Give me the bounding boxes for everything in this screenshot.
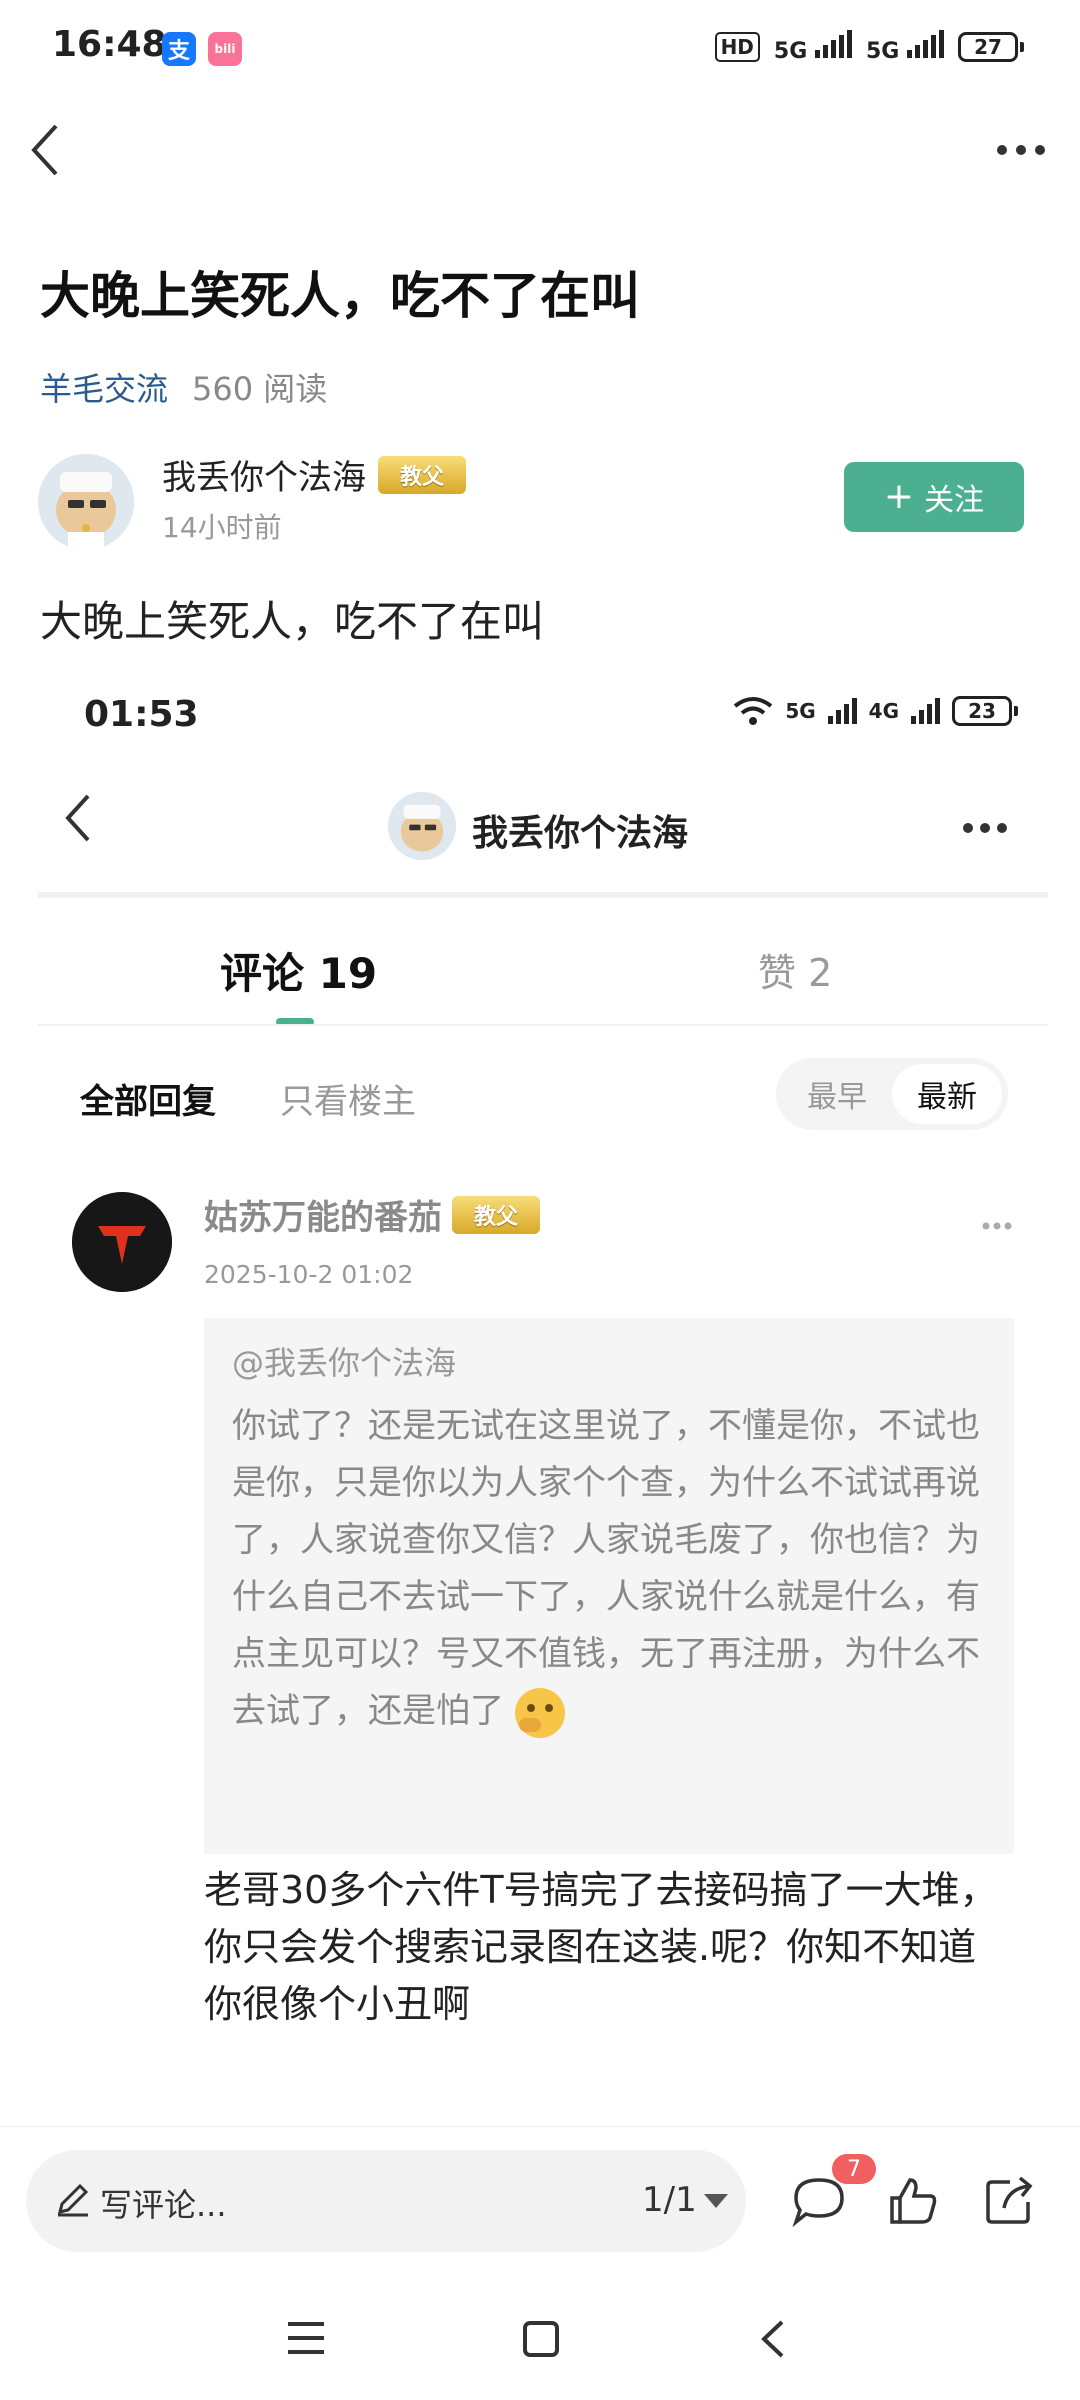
commenter-avatar[interactable]: [72, 1192, 172, 1292]
cat-avatar-image: [388, 792, 456, 860]
more-icon: [963, 823, 1007, 833]
sort-toggle: 最早 最新: [776, 1058, 1008, 1130]
network-label: 5G: [865, 39, 900, 64]
comment-reply-text: 老哥30多个六件T号搞完了去接码搞了一大堆，你只会发个搜索记录图在这装.呢？你知…: [204, 1868, 998, 2026]
back-nav-button[interactable]: [758, 2318, 788, 2364]
comment-placeholder: 写评论...: [100, 2186, 227, 2224]
more-button[interactable]: [996, 140, 1046, 160]
hd-icon: HD: [714, 32, 760, 62]
tab-likes[interactable]: 赞 2: [758, 942, 832, 997]
divider: [38, 1024, 1048, 1026]
sort-latest[interactable]: 最新: [892, 1064, 1002, 1124]
more-icon: [997, 145, 1045, 155]
divider: [38, 892, 1048, 898]
chevron-left-icon: [31, 124, 58, 176]
cat-avatar-image: [38, 454, 134, 550]
thinking-face-emoji-icon: [514, 1687, 565, 1738]
post-time: 14小时前: [162, 511, 282, 544]
commenter-name[interactable]: 姑苏万能的番茄: [204, 1190, 442, 1239]
commenter-badge: 教父: [452, 1195, 540, 1234]
alipay-icon: 支: [162, 32, 196, 66]
filter-author-only[interactable]: 只看楼主: [280, 1074, 416, 1123]
follow-button[interactable]: + 关注: [844, 462, 1024, 532]
quote-text-content: 你试了？还是无试在这里说了，不懂是你，不试也是你，只是你以为人家个个查，为什么不…: [232, 1406, 980, 1731]
status-indicators: HD 5G 5G 27: [714, 30, 1024, 64]
network-label: 4G: [868, 699, 899, 723]
status-time: 16:48: [52, 24, 167, 65]
author-badge: 教父: [378, 455, 466, 494]
comment-count-badge: 7: [832, 2154, 876, 2184]
network-5g-2: 5G: [866, 30, 944, 64]
menu-icon: [288, 2322, 324, 2354]
post-meta: 羊毛交流 560 阅读: [40, 364, 327, 410]
caret-down-icon[interactable]: [704, 2194, 728, 2208]
embedded-back-button[interactable]: [60, 790, 96, 850]
share-icon: [986, 2176, 1033, 2224]
embedded-header-avatar[interactable]: [388, 792, 456, 860]
menu-nav-button[interactable]: [286, 2320, 326, 2360]
battery-icon: 27: [958, 32, 1024, 62]
quote-text: 你试了？还是无试在这里说了，不懂是你，不试也是你，只是你以为人家个个查，为什么不…: [232, 1398, 992, 1740]
home-nav-button[interactable]: [522, 2320, 560, 2362]
post-body: 大晚上笑死人，吃不了在叫: [40, 597, 545, 646]
page-indicator[interactable]: 1/1: [642, 2180, 697, 2220]
post-title: 大晚上笑死人，吃不了在叫: [40, 267, 640, 325]
follow-label: 关注: [924, 483, 985, 518]
signal-icon: [827, 698, 857, 724]
signal-icon: [814, 30, 852, 58]
battery-icon: 23: [952, 696, 1018, 726]
author-avatar[interactable]: [38, 454, 134, 550]
more-icon: [982, 1222, 1012, 1230]
wifi-icon: [734, 697, 773, 725]
network-label: 5G: [773, 39, 808, 64]
chevron-left-icon: [761, 2320, 784, 2358]
embedded-status-time: 01:53: [84, 694, 199, 735]
network-label: 5G: [785, 699, 816, 723]
comment-date: 2025-10-2 01:02: [204, 1260, 414, 1289]
category-link[interactable]: 羊毛交流: [40, 370, 168, 408]
sort-earliest[interactable]: 最早: [782, 1064, 892, 1124]
share-button[interactable]: [982, 2172, 1038, 2228]
quote-mention: @我丢你个法海: [232, 1344, 457, 1382]
battery-level: 23: [952, 696, 1012, 726]
chevron-left-icon: [65, 794, 90, 842]
home-square-icon: [523, 2321, 559, 2357]
embedded-status-indicators: 5G 4G 23: [733, 696, 1018, 726]
thumbs-up-icon: [890, 2178, 937, 2224]
plus-icon: +: [883, 476, 915, 517]
red-logo-avatar-image: [72, 1192, 172, 1292]
quoted-comment: @我丢你个法海 你试了？还是无试在这里说了，不懂是你，不试也是你，只是你以为人家…: [204, 1318, 1014, 1854]
author-row: 我丢你个法海 教父: [162, 450, 466, 499]
commenter-row: 姑苏万能的番茄 教父: [204, 1190, 540, 1239]
embedded-screenshot: 01:53 5G 4G 23 我丢你个法海 评论 19 赞 2 全部回复 只看楼…: [38, 680, 1048, 2128]
signal-icon: [911, 698, 940, 724]
network-5g-1: 5G: [774, 30, 852, 64]
battery-level: 27: [958, 32, 1018, 62]
embedded-header-name: 我丢你个法海: [472, 813, 689, 854]
author-name[interactable]: 我丢你个法海: [162, 450, 366, 499]
comment-input[interactable]: 写评论... 1/1: [26, 2150, 746, 2252]
signal-icon: [907, 30, 944, 58]
bilibili-icon: bili: [208, 32, 242, 66]
like-button[interactable]: [886, 2174, 940, 2228]
pencil-icon: [57, 2183, 89, 2217]
filter-all-replies[interactable]: 全部回复: [80, 1074, 216, 1123]
embedded-more-button[interactable]: [962, 820, 1008, 839]
comment-more-button[interactable]: [982, 1216, 1012, 1235]
back-button[interactable]: [22, 118, 68, 182]
tab-comments[interactable]: 评论 19: [220, 940, 377, 1001]
read-count: 560 阅读: [192, 370, 328, 408]
